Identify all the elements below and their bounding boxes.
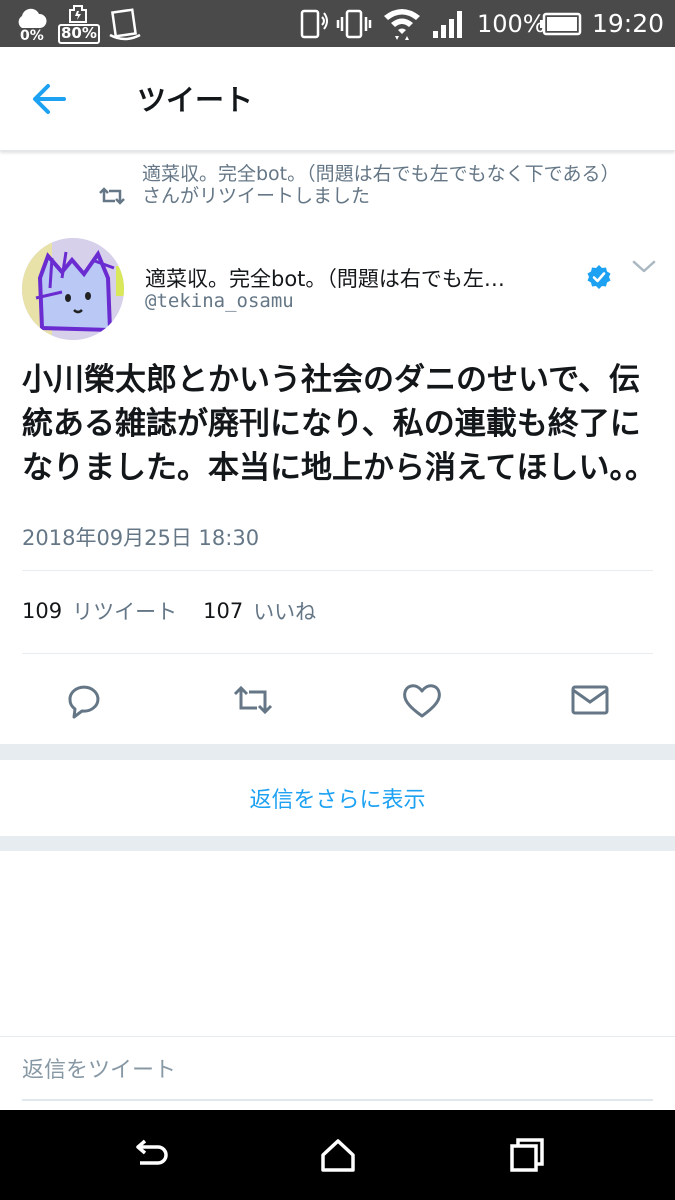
like-count[interactable]: 107: [203, 599, 243, 623]
page-title: ツイート: [137, 83, 254, 117]
tweet-stats: 109 リツイート 107 いいね: [22, 596, 316, 626]
battery-saver-icon: [69, 4, 87, 23]
chevron-down-icon[interactable]: [630, 257, 658, 277]
clock: 19:20: [592, 9, 665, 38]
show-more-replies-button[interactable]: 返信をさらに表示: [0, 760, 675, 836]
reply-input[interactable]: 返信をツイート: [22, 1037, 653, 1101]
envelope-icon[interactable]: [568, 680, 612, 720]
retweet-count[interactable]: 109: [22, 599, 62, 623]
arrow-left-icon[interactable]: [28, 79, 68, 119]
tweet-actions: [0, 672, 675, 730]
tweet-timestamp: 2018年09月25日 18:30: [22, 526, 260, 550]
heart-icon[interactable]: [400, 680, 444, 720]
status-bar: 0% 80% 100% 19:20: [0, 0, 675, 47]
retweet-count-label[interactable]: リツイート: [72, 596, 177, 626]
divider: [22, 570, 653, 571]
wifi-icon: [382, 0, 422, 47]
battery-pct: 100%: [477, 9, 546, 38]
cloud-icon: [18, 8, 47, 28]
retweet-icon: [99, 187, 125, 205]
battery-saver-indicator: 80%: [58, 0, 100, 47]
retweet-context-text: 適菜収。完全bot。（問題は右でも左でもなく下である）さんがリツイートしました: [142, 163, 620, 207]
section-separator: [0, 836, 675, 851]
data-saver-pct: 0%: [20, 27, 44, 44]
reply-icon[interactable]: [62, 680, 106, 720]
back-button[interactable]: [28, 79, 78, 119]
author-handle[interactable]: @tekina_osamu: [145, 290, 294, 312]
system-nav-bar: [0, 1110, 675, 1200]
section-separator: [0, 744, 675, 760]
author-name[interactable]: 適菜収。完全bot。（問題は右でも左…: [145, 263, 580, 293]
avatar-image: [22, 238, 124, 340]
home-nav-icon[interactable]: [318, 1135, 358, 1175]
battery-icon: [540, 0, 582, 47]
divider: [22, 653, 653, 654]
storage-icon: [108, 0, 142, 47]
avatar[interactable]: [22, 238, 124, 340]
recents-nav-icon[interactable]: [506, 1135, 546, 1175]
battery-saver-pct: 80%: [61, 23, 97, 42]
verified-badge-icon: [587, 265, 611, 289]
retweet-icon[interactable]: [231, 680, 275, 720]
data-saver-indicator: 0%: [14, 0, 50, 47]
like-count-label[interactable]: いいね: [253, 596, 316, 626]
back-nav-icon[interactable]: [130, 1135, 170, 1175]
app-header: ツイート: [0, 47, 675, 151]
vibrate-icon: [336, 0, 372, 47]
tweet-text: 小川榮太郎とかいう社会のダニのせいで、伝統ある雑誌が廃刊になり、私の連載も終了に…: [22, 362, 656, 486]
signal-icon: [432, 0, 468, 47]
phone-vibrate-icon: [296, 0, 330, 47]
